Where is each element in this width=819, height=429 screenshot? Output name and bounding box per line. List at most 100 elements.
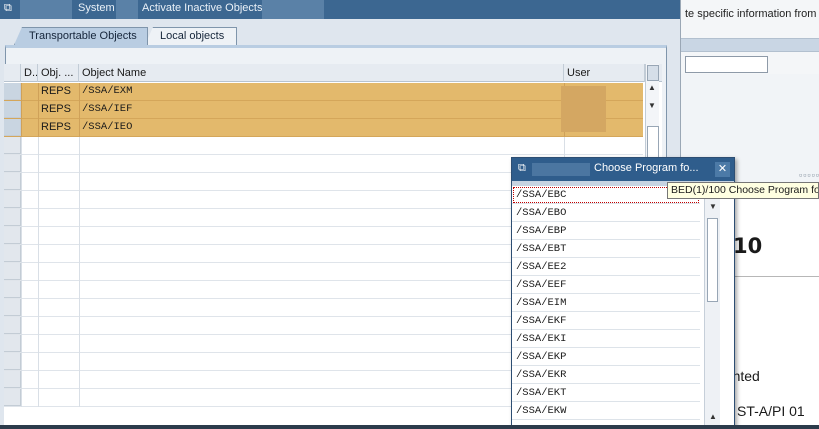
cell-d: [21, 83, 24, 100]
row-selector[interactable]: [4, 83, 21, 100]
popup-title-masked-area: [532, 163, 590, 176]
table-row[interactable]: [4, 137, 643, 155]
row-selector[interactable]: [4, 263, 21, 280]
background-band: [681, 38, 819, 52]
tooltip: BED(1)/100 Choose Program for: [667, 182, 819, 199]
select-all-corner[interactable]: [4, 64, 21, 82]
column-divider: [21, 299, 22, 317]
table-row[interactable]: REPS/SSA/EXM: [4, 83, 643, 101]
column-divider: [79, 245, 80, 263]
background-text-line2: ST-A/PI 01: [737, 403, 805, 419]
column-divider: [21, 335, 22, 353]
scroll-down-icon[interactable]: ▼: [648, 101, 656, 110]
row-selector[interactable]: [4, 371, 21, 388]
cell-d: [21, 101, 24, 118]
program-list-item[interactable]: /SSA/EKP: [512, 348, 700, 366]
column-divider: [38, 155, 39, 173]
title-masked-area-3: [262, 0, 324, 19]
background-hint-text: te specific information from t: [685, 8, 819, 20]
program-list-item[interactable]: /SSA/EKT: [512, 384, 700, 402]
scroll-up-icon[interactable]: ▲: [648, 83, 656, 92]
menu-item-activate-inactive[interactable]: Activate Inactive Objects: [142, 2, 262, 14]
program-list-item[interactable]: /SSA/EIM: [512, 294, 700, 312]
tab-transportable-objects[interactable]: Transportable Objects: [14, 27, 148, 45]
dialog-titlebar: ⧉ System Activate Inactive Objects: [0, 0, 680, 19]
program-list-item[interactable]: /SSA/EBT: [512, 240, 700, 258]
column-divider: [38, 335, 39, 353]
column-divider: [79, 263, 80, 281]
column-divider: [38, 227, 39, 245]
column-divider: [79, 317, 80, 335]
column-divider: [21, 353, 22, 371]
column-divider: [38, 317, 39, 335]
cell-obj-type: REPS: [41, 121, 71, 133]
column-divider: [79, 371, 80, 389]
column-header-obj[interactable]: Obj. ...: [38, 64, 79, 82]
program-list-item[interactable]: /SSA/EE2: [512, 258, 700, 276]
column-divider: [21, 191, 22, 209]
row-selector[interactable]: [4, 137, 21, 154]
column-divider: [38, 353, 39, 371]
background-big-number: 10: [733, 234, 763, 258]
close-icon[interactable]: ✕: [715, 162, 730, 177]
splitter-grip-icon[interactable]: ▫▫▫▫▫: [799, 170, 819, 180]
program-list-item[interactable]: /SSA/EKF: [512, 312, 700, 330]
cell-d: [21, 119, 24, 136]
status-bar: [0, 425, 819, 429]
cell-obj-type: REPS: [41, 103, 71, 115]
column-divider: [38, 299, 39, 317]
column-divider: [21, 245, 22, 263]
scroll-down-icon[interactable]: ▼: [709, 202, 717, 211]
scroll-thumb[interactable]: [707, 218, 718, 302]
row-selector[interactable]: [4, 389, 21, 406]
column-divider: [21, 173, 22, 191]
program-list-item[interactable]: /SSA/EKR: [512, 366, 700, 384]
column-divider: [79, 191, 80, 209]
row-selector[interactable]: [4, 335, 21, 352]
column-divider: [38, 263, 39, 281]
row-selector[interactable]: [4, 119, 21, 136]
row-selector[interactable]: [4, 101, 21, 118]
column-settings-icon[interactable]: [647, 65, 659, 81]
scroll-up-icon[interactable]: ▲: [709, 412, 717, 421]
cell-object-name: /SSA/EXM: [82, 85, 133, 97]
program-list-item[interactable]: /SSA/EKI: [512, 330, 700, 348]
column-divider: [79, 155, 80, 173]
row-selector[interactable]: [4, 227, 21, 244]
popup-title: Choose Program fo...: [594, 162, 699, 174]
table-row[interactable]: REPS/SSA/IEO: [4, 119, 643, 137]
column-divider: [79, 227, 80, 245]
column-divider: [21, 209, 22, 227]
program-list-item[interactable]: /SSA/EEF: [512, 276, 700, 294]
window-icon[interactable]: ⧉: [4, 2, 17, 15]
program-list-item[interactable]: /SSA/EBO: [512, 204, 700, 222]
background-input-field[interactable]: [685, 56, 768, 73]
row-selector[interactable]: [4, 281, 21, 298]
column-divider: [21, 155, 22, 173]
row-selector[interactable]: [4, 173, 21, 190]
table-row[interactable]: REPS/SSA/IEF: [4, 101, 643, 119]
window-icon[interactable]: ⧉: [518, 162, 526, 175]
row-selector[interactable]: [4, 245, 21, 262]
column-header-user[interactable]: User: [564, 64, 645, 82]
row-selector[interactable]: [4, 317, 21, 334]
row-selector[interactable]: [4, 209, 21, 226]
program-list-item[interactable]: /SSA/EBP: [512, 222, 700, 240]
popup-vertical-scrollbar[interactable]: ▼ ▲: [704, 198, 720, 426]
column-divider: [564, 137, 565, 155]
column-header-d[interactable]: D..: [21, 64, 38, 82]
program-list-item[interactable]: /SSA/EKW: [512, 402, 700, 420]
row-selector[interactable]: [4, 191, 21, 208]
popup-titlebar: ⧉ Choose Program fo... ✕: [512, 158, 734, 181]
row-selector[interactable]: [4, 353, 21, 370]
row-selector[interactable]: [4, 299, 21, 316]
row-selector[interactable]: [4, 155, 21, 172]
column-divider: [38, 173, 39, 191]
column-divider: [79, 389, 80, 407]
menu-item-system[interactable]: System: [78, 2, 115, 14]
column-divider: [79, 209, 80, 227]
column-header-object-name[interactable]: Object Name: [79, 64, 564, 82]
column-divider: [21, 389, 22, 407]
tab-local-objects[interactable]: Local objects: [145, 27, 237, 45]
column-divider: [79, 281, 80, 299]
